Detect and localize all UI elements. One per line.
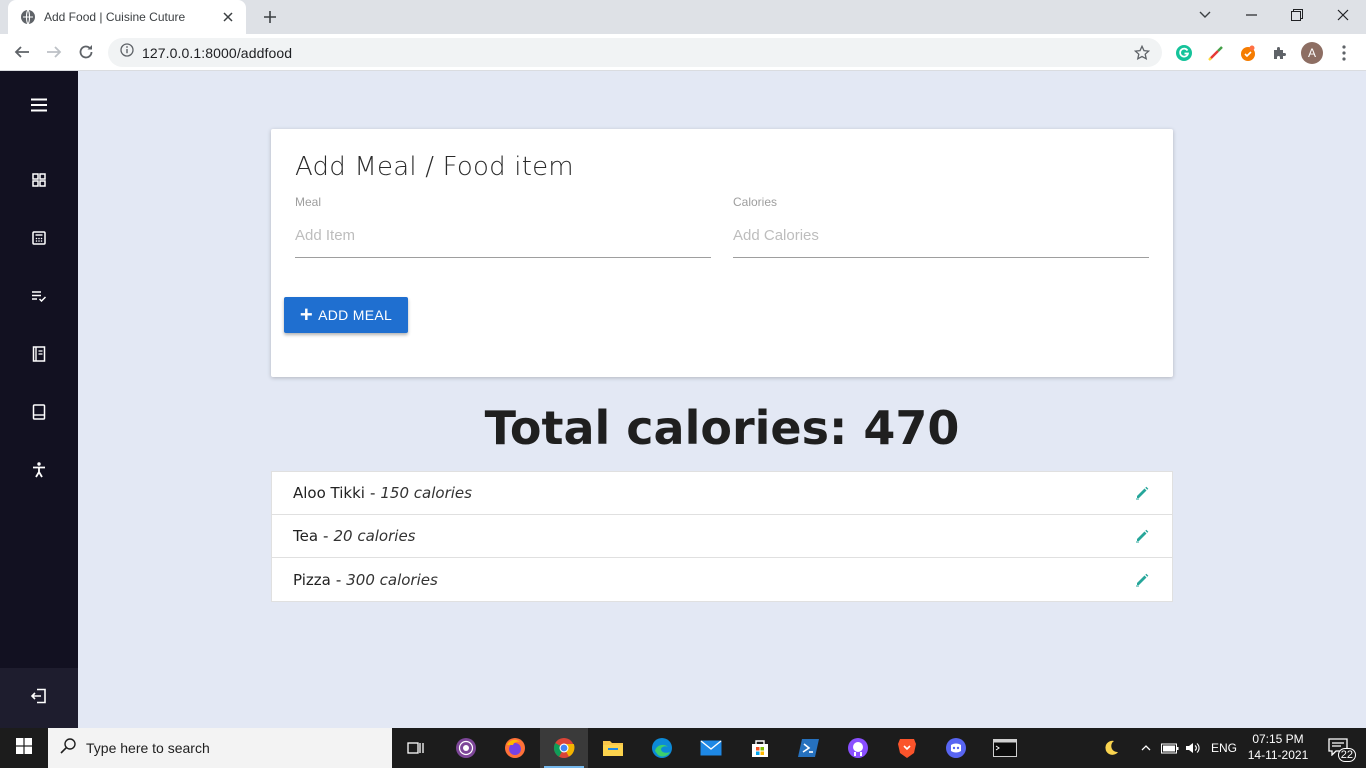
meal-calories: 150 calories <box>380 484 472 502</box>
tablet-icon <box>32 403 46 425</box>
terminal-icon[interactable] <box>981 728 1029 768</box>
total-calories: Total calories: 470 <box>484 401 960 455</box>
tor-browser-icon[interactable] <box>442 728 490 768</box>
book-icon <box>32 345 46 367</box>
task-view-icon[interactable] <box>392 728 440 768</box>
browser-toolbar: 127.0.0.1:8000/addfood A <box>0 34 1366 71</box>
sidebar-item-meal-list[interactable] <box>24 283 54 313</box>
address-bar[interactable]: 127.0.0.1:8000/addfood <box>108 38 1162 67</box>
accessibility-icon <box>32 461 46 483</box>
taskbar-search[interactable]: Type here to search <box>48 728 392 768</box>
bookmark-star-icon[interactable] <box>1132 43 1152 63</box>
logout-icon <box>30 688 47 709</box>
discord-icon[interactable] <box>932 728 980 768</box>
add-meal-button-label: ADD MEAL <box>318 307 393 323</box>
color-picker-icon[interactable] <box>1205 42 1227 64</box>
browser-tabstrip: Add Food | Cuisine Cuture <box>0 0 1366 34</box>
restore-icon[interactable] <box>1274 0 1320 30</box>
hamburger-menu-icon <box>31 98 47 117</box>
meal-label: Meal <box>295 195 322 209</box>
sidebar-item-dashboard[interactable] <box>24 167 54 197</box>
meal-separator: - <box>335 570 342 589</box>
chrome-icon[interactable] <box>540 728 588 768</box>
night-light-icon[interactable] <box>1098 728 1124 768</box>
sidebar-menu-toggle[interactable] <box>24 92 54 122</box>
sidebar-item-logout[interactable] <box>0 668 78 728</box>
globe-icon <box>20 9 36 25</box>
sidebar-item-book[interactable] <box>24 341 54 371</box>
list-item: Tea - 20 calories <box>272 515 1172 558</box>
add-meal-card: Add Meal / Food item Meal Calories + ADD… <box>271 129 1173 377</box>
language-indicator[interactable]: ENG <box>1206 728 1242 768</box>
add-meal-button[interactable]: + ADD MEAL <box>284 297 408 333</box>
brave-icon[interactable] <box>883 728 931 768</box>
battery-icon[interactable] <box>1158 728 1182 768</box>
meal-name: Aloo Tikki <box>293 484 365 502</box>
new-tab-icon[interactable] <box>258 6 282 28</box>
github-desktop-icon[interactable] <box>834 728 882 768</box>
url-text: 127.0.0.1:8000/addfood <box>142 44 293 61</box>
calories-label: Calories <box>733 195 778 209</box>
show-hidden-icons-chevron-icon[interactable] <box>1136 728 1156 768</box>
extensions-puzzle-icon[interactable] <box>1269 42 1291 64</box>
profile-avatar[interactable]: A <box>1301 42 1323 64</box>
meal-name: Pizza <box>293 570 331 589</box>
browser-menu-icon[interactable] <box>1333 42 1355 64</box>
clock-date: 14-11-2021 <box>1247 748 1309 762</box>
powershell-icon[interactable] <box>785 728 833 768</box>
calories-input[interactable] <box>733 221 1149 258</box>
meal-calories: 300 calories <box>346 570 438 589</box>
meal-name: Tea <box>293 527 319 545</box>
search-icon <box>60 737 76 759</box>
microsoft-store-icon[interactable] <box>736 728 784 768</box>
file-explorer-icon[interactable] <box>589 728 637 768</box>
taskbar-search-placeholder: Type here to search <box>86 740 210 756</box>
info-icon[interactable] <box>120 43 134 62</box>
minimize-icon[interactable] <box>1228 0 1274 30</box>
page-title: Add Meal / Food item <box>295 152 574 182</box>
edge-icon[interactable] <box>638 728 686 768</box>
calculator-icon <box>32 230 46 250</box>
sidebar-item-calculator[interactable] <box>24 225 54 255</box>
taskbar: Type here to search ENG 07:15 PM 14-11-2… <box>0 728 1366 768</box>
tab-title: Add Food | Cuisine Cuture <box>44 10 186 24</box>
close-tab-icon[interactable] <box>220 9 236 25</box>
edit-pencil-icon[interactable] <box>1132 483 1152 503</box>
list-item: Aloo Tikki - 150 calories <box>272 472 1172 515</box>
edit-pencil-icon[interactable] <box>1132 526 1152 546</box>
meal-input[interactable] <box>295 221 711 258</box>
sidebar-item-notes[interactable] <box>24 399 54 429</box>
clock-time: 07:15 PM <box>1252 732 1304 746</box>
firefox-icon[interactable] <box>491 728 539 768</box>
meal-separator: - <box>323 527 329 545</box>
volume-icon[interactable] <box>1182 728 1204 768</box>
meal-field: Meal <box>295 195 711 258</box>
windows-logo-icon <box>16 737 32 759</box>
calories-field: Calories <box>733 195 1149 258</box>
mail-icon[interactable] <box>687 728 735 768</box>
forward-icon[interactable] <box>40 38 68 66</box>
sidebar-item-accessibility[interactable] <box>24 457 54 487</box>
playlist-check-icon <box>32 289 47 307</box>
meal-separator: - <box>369 484 376 502</box>
profile-initial: A <box>1307 46 1316 60</box>
notification-center[interactable]: 22 <box>1318 728 1358 768</box>
grammarly-icon[interactable] <box>1173 42 1195 64</box>
extension-orange-icon[interactable] <box>1237 42 1259 64</box>
taskbar-clock[interactable]: 07:15 PM 14-11-2021 <box>1240 731 1316 763</box>
reload-icon[interactable] <box>72 38 100 66</box>
close-window-icon[interactable] <box>1320 0 1366 30</box>
tab-search-icon[interactable] <box>1182 0 1228 30</box>
list-item: Pizza - 300 calories <box>272 558 1172 601</box>
browser-tab[interactable]: Add Food | Cuisine Cuture <box>8 0 246 34</box>
start-button[interactable] <box>0 728 48 768</box>
edit-pencil-icon[interactable] <box>1132 570 1152 590</box>
back-icon[interactable] <box>8 38 36 66</box>
meal-calories: 20 calories <box>333 527 416 545</box>
sidebar <box>0 71 78 728</box>
plus-icon: + <box>299 302 314 327</box>
dashboard-icon <box>32 172 46 192</box>
notification-count: 22 <box>1337 748 1356 762</box>
meal-list: Aloo Tikki - 150 calories Tea - 20 calor… <box>271 471 1173 602</box>
